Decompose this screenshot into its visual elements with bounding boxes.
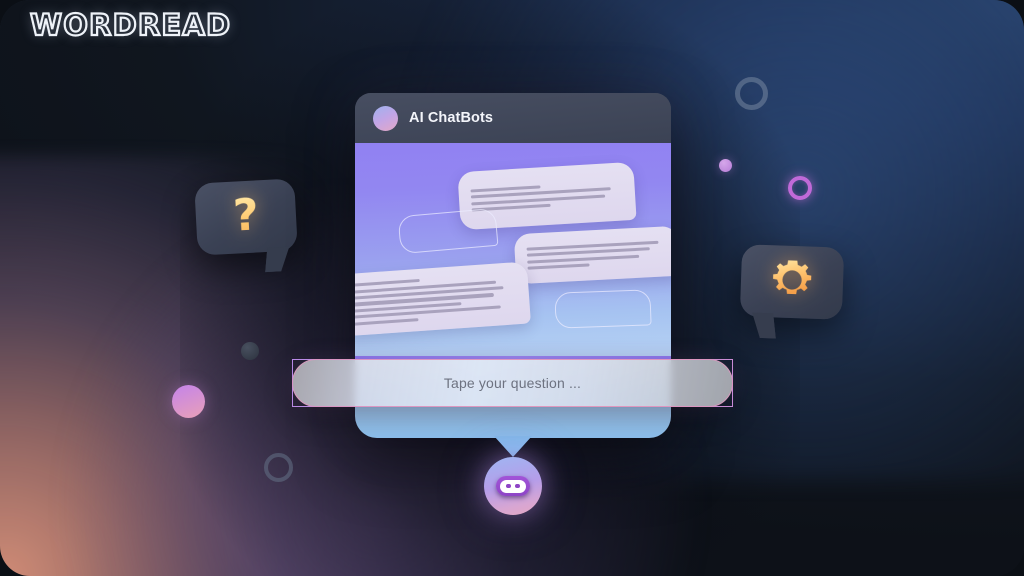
bot-avatar-button[interactable]	[484, 457, 542, 515]
circle-pink-glow-icon	[172, 385, 205, 418]
settings-bubble	[739, 244, 845, 339]
screenshot-canvas: WORDREAD ? AI ChatBots Tape your questio…	[0, 0, 1024, 576]
question-bubble-tail	[265, 246, 290, 273]
question-input[interactable]: Tape your question ...	[292, 359, 733, 407]
ring-slate-top-icon	[735, 77, 768, 110]
ring-pink-glow-icon	[788, 176, 812, 200]
settings-bubble-tail	[752, 312, 776, 339]
question-mark-icon: ?	[231, 189, 261, 242]
chat-window-tail	[494, 436, 532, 457]
message-bubble-empty[interactable]	[397, 207, 499, 255]
gear-icon	[769, 257, 815, 308]
ring-slate-bottom-icon	[264, 453, 293, 482]
message-bubble[interactable]	[355, 261, 531, 337]
dot-purple-small-icon	[719, 159, 732, 172]
question-bubble: ?	[194, 178, 298, 273]
message-bubble-empty[interactable]	[554, 289, 652, 329]
dot-dark-slate-icon	[241, 342, 259, 360]
user-avatar-circle-icon	[373, 105, 398, 131]
message-bubble[interactable]	[513, 225, 671, 285]
chat-window-header: AI ChatBots	[355, 93, 671, 143]
brand-logo: WORDREAD	[29, 7, 232, 43]
conversation-panel	[355, 143, 671, 356]
robot-eye-left	[506, 483, 511, 489]
question-input-placeholder: Tape your question ...	[443, 375, 582, 391]
robot-eye-right	[515, 483, 520, 489]
robot-face-screen	[500, 479, 526, 493]
chat-window-title: AI ChatBots	[409, 110, 494, 126]
robot-face-icon	[496, 476, 530, 496]
